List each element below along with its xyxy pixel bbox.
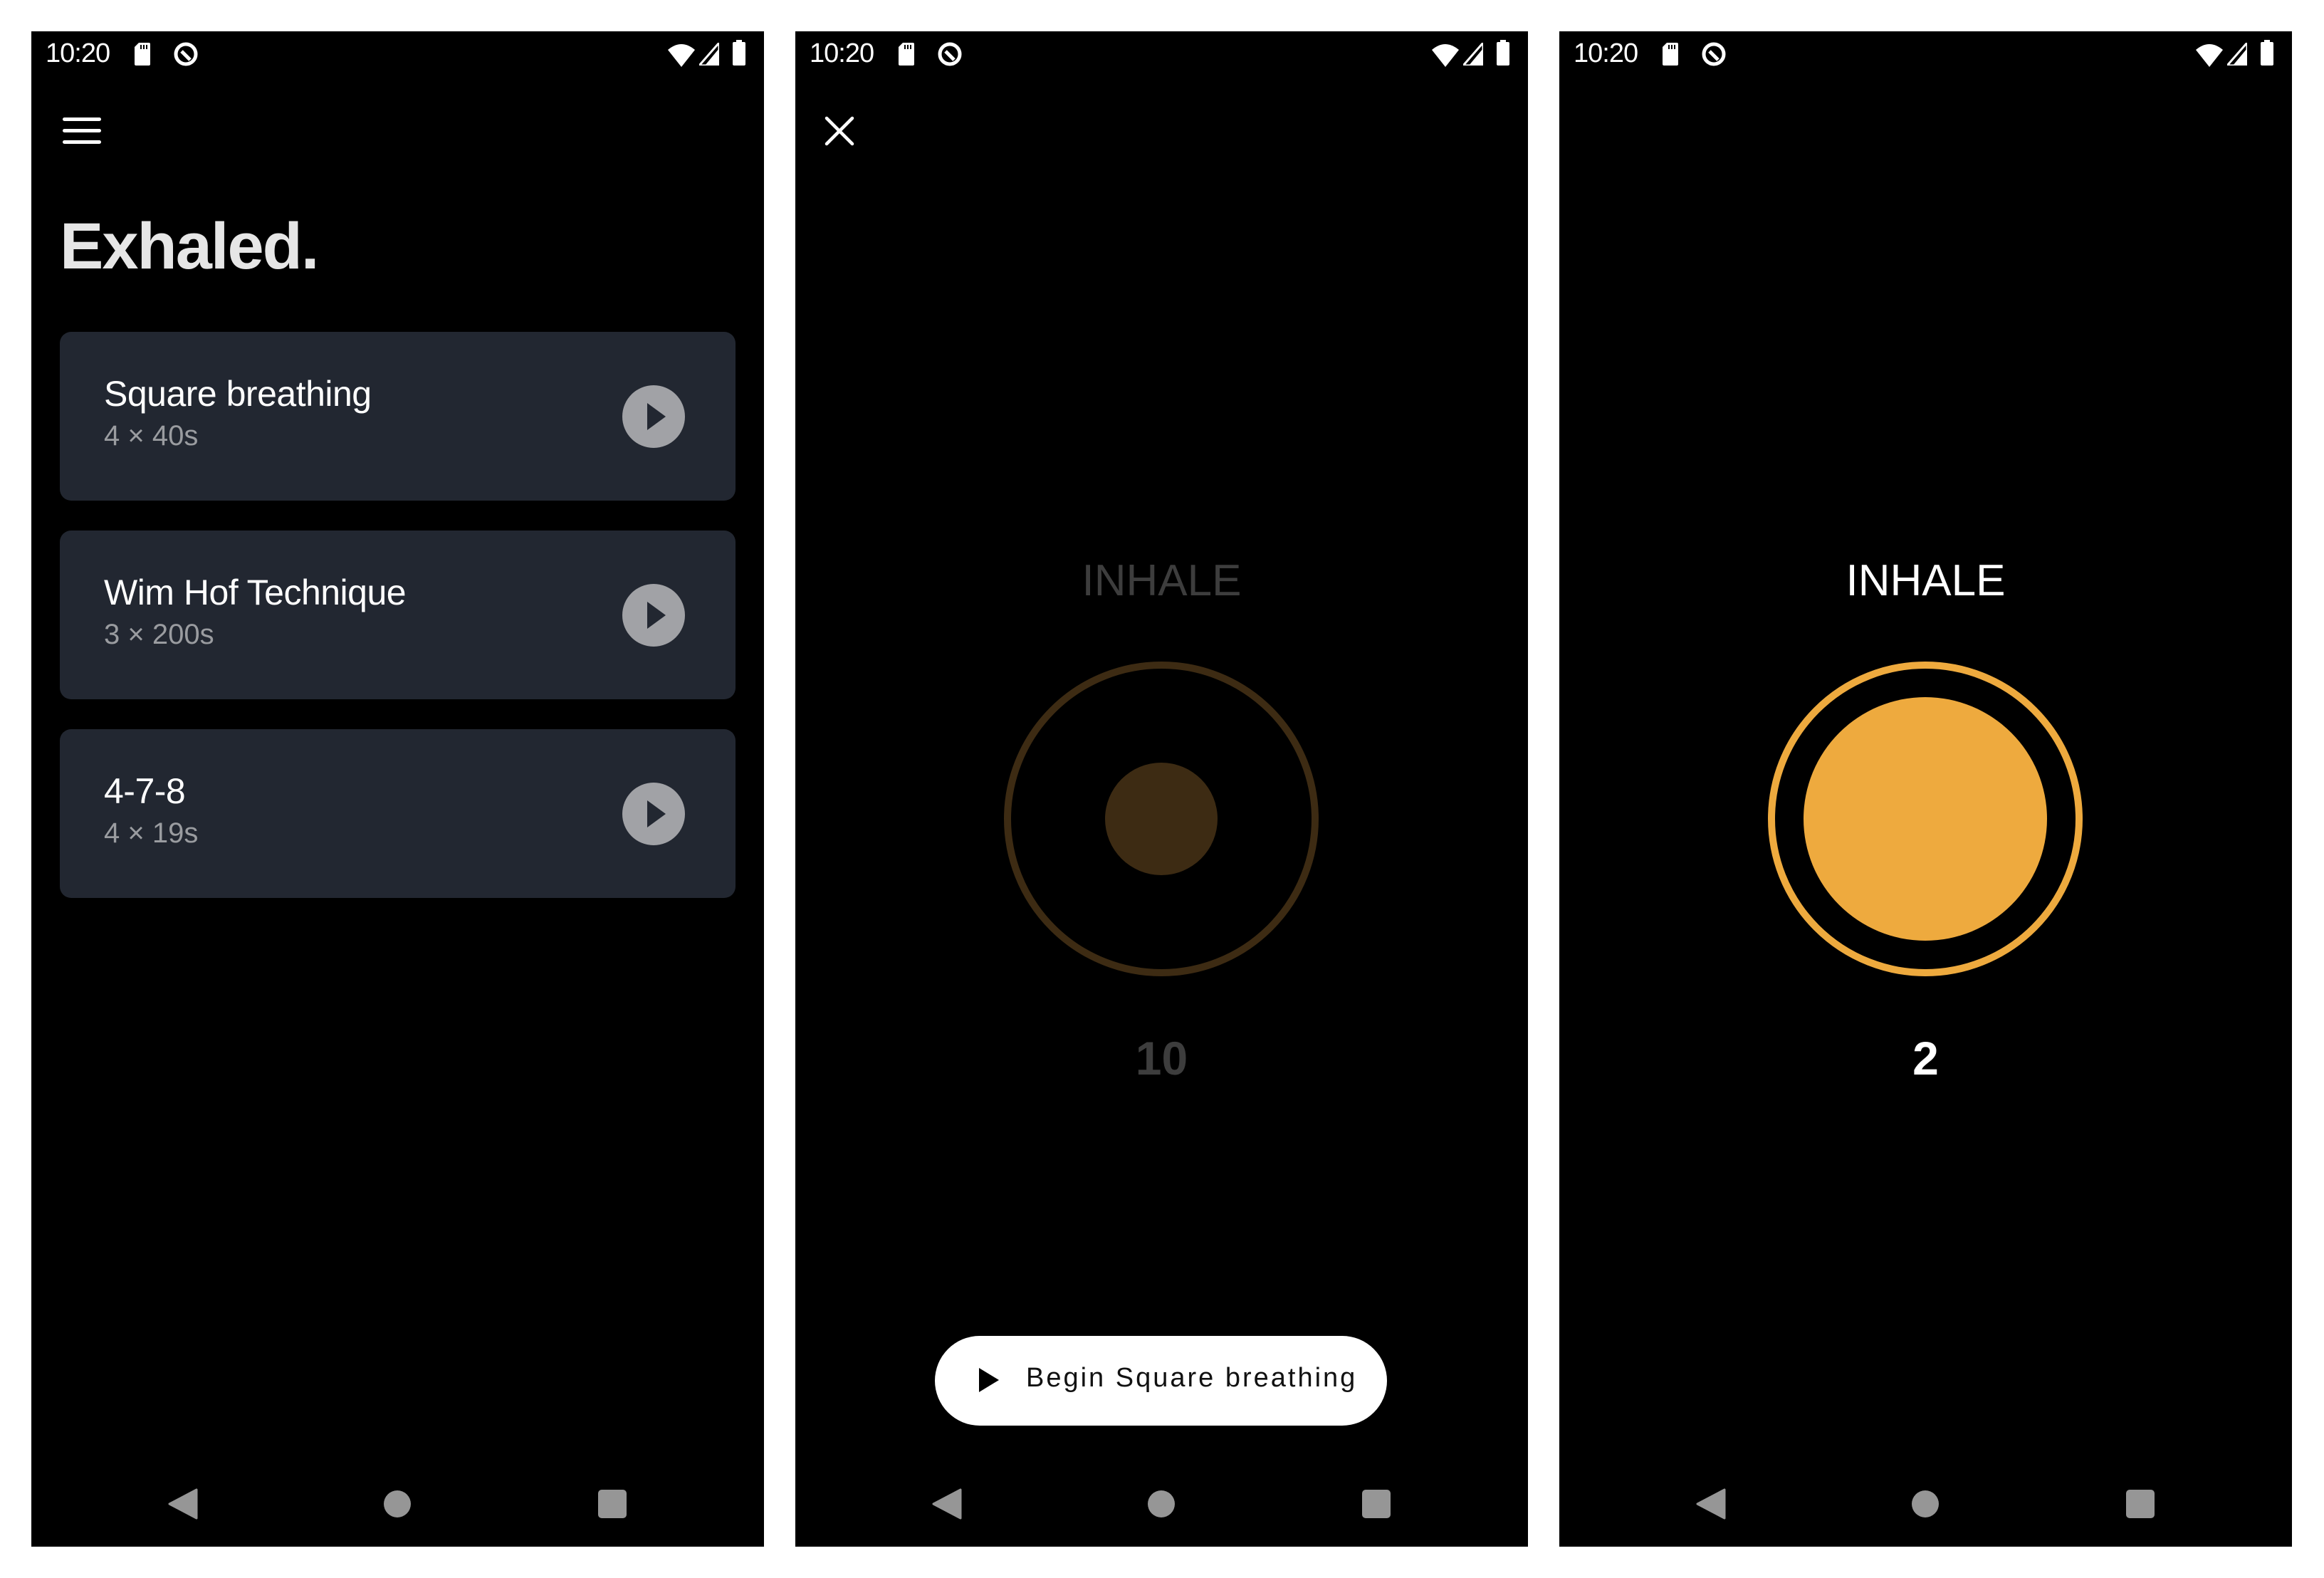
status-bar: 10:20 [31,31,764,95]
status-time: 10:20 [1574,38,1638,68]
recents-icon[interactable] [2126,1490,2155,1518]
status-time: 10:20 [46,38,110,68]
status-bar: 10:20 [1559,31,2292,95]
exercise-title: Square breathing [104,374,372,414]
recents-icon[interactable] [1362,1490,1391,1518]
app-title: Exhaled. [60,210,319,283]
status-bar: 10:20 [795,31,1528,95]
exercise-card-4-7-8[interactable]: 4-7-8 4 × 19s [60,729,736,898]
exercise-subtitle: 4 × 40s [104,420,199,451]
phase-label: INHALE [1846,556,2006,605]
breathing-dot [1105,763,1218,875]
exercise-subtitle: 3 × 200s [104,619,214,650]
home-icon[interactable] [1148,1490,1175,1517]
back-icon[interactable] [168,1488,198,1520]
exercise-subtitle: 4 × 19s [104,817,199,849]
navigation-bar [31,1463,764,1541]
home-screen: 10:20 Exhaled. Square breathing 4 × 40s … [31,31,764,1547]
breathing-indicator [1768,662,2083,976]
exercise-card-wim-hof[interactable]: Wim Hof Technique 3 × 200s [60,531,736,699]
exercise-title: 4-7-8 [104,771,186,811]
play-icon[interactable] [622,385,685,448]
breathing-dot [1804,697,2047,941]
exercise-title: Wim Hof Technique [104,573,407,612]
play-icon[interactable] [622,584,685,647]
sd-card-icon [135,43,150,66]
begin-button-label: Begin Square breathing [1026,1363,1358,1393]
back-icon[interactable] [1696,1488,1726,1520]
battery-icon [2261,40,2273,66]
status-time: 10:20 [810,38,874,68]
phase-label: INHALE [1082,556,1242,605]
countdown-number: 10 [1135,1032,1188,1085]
session-ready-screen: 10:20 INHALE 10 Begin Square breathing [795,31,1528,1547]
recents-icon[interactable] [598,1490,627,1518]
play-icon [979,1368,999,1392]
breathing-ring [1768,662,2083,976]
begin-exercise-button[interactable]: Begin Square breathing [935,1336,1387,1426]
data-saver-icon [938,42,962,66]
battery-icon [733,40,745,66]
sd-card-icon [1663,43,1678,66]
breathing-ring [1004,662,1319,976]
play-icon[interactable] [622,783,685,845]
close-icon[interactable] [824,115,855,147]
sd-card-icon [899,43,914,66]
home-icon[interactable] [1912,1490,1939,1517]
cellular-signal-icon [2227,43,2247,66]
data-saver-icon [174,42,198,66]
cellular-signal-icon [699,43,719,66]
wifi-icon [668,44,695,67]
session-active-screen: 10:20 INHALE 2 [1559,31,2292,1547]
back-icon[interactable] [932,1488,962,1520]
hamburger-menu-icon[interactable] [63,117,101,146]
battery-icon [1497,40,1509,66]
home-icon[interactable] [384,1490,411,1517]
cellular-signal-icon [1463,43,1483,66]
navigation-bar [795,1463,1528,1541]
data-saver-icon [1702,42,1726,66]
wifi-icon [1432,44,1459,67]
wifi-icon [2196,44,2223,67]
navigation-bar [1559,1463,2292,1541]
breathing-indicator [1004,662,1319,976]
countdown-number: 2 [1912,1032,1939,1085]
exercise-card-square-breathing[interactable]: Square breathing 4 × 40s [60,332,736,501]
